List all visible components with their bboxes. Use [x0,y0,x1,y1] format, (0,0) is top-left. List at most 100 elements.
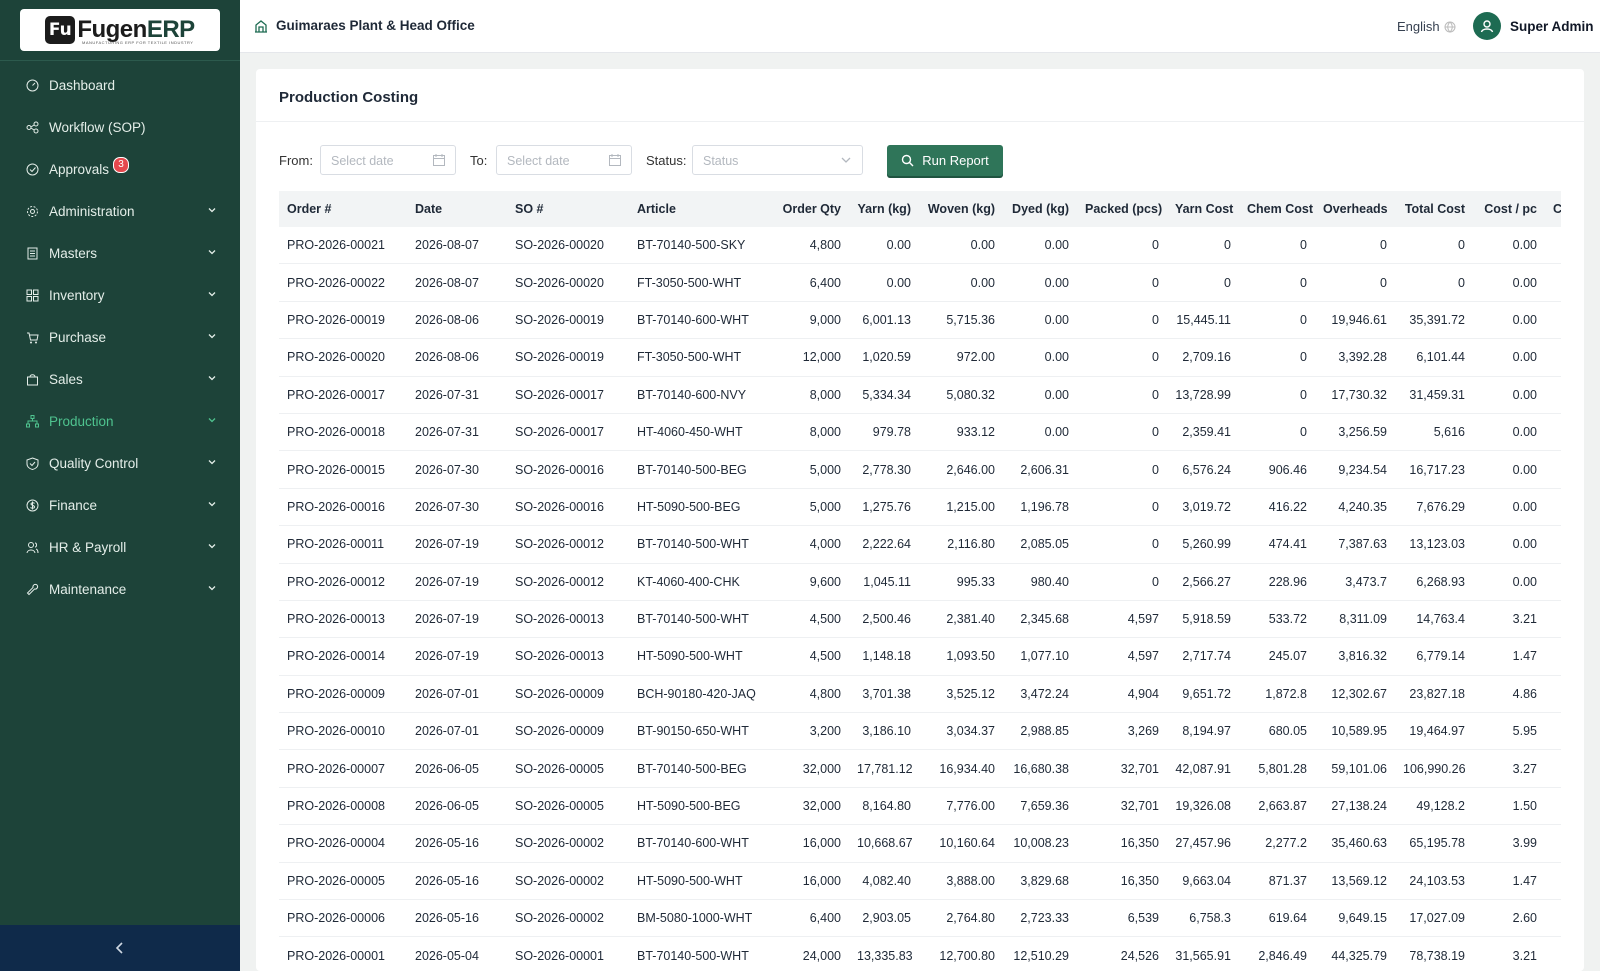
sidebar-item-workflow-sop[interactable]: Workflow (SOP) [0,106,240,148]
table-cell: 4.86 [1473,675,1545,714]
table-row[interactable]: PRO-2026-00017 2026-07-31 SO-2026-00017 BT-… [279,376,1561,414]
table-row[interactable]: PRO-2026-00022 2026-08-07 SO-2026-00020 FT-… [279,263,1561,302]
table-row[interactable]: PRO-2026-00007 2026-06-05 SO-2026-00005 BT-… [279,749,1561,788]
table-cell: 65,195.78 [1395,824,1473,863]
from-date-input[interactable]: Select date [320,145,456,175]
table-row[interactable]: PRO-2026-00014 2026-07-19 SO-2026-00013 HT-… [279,637,1561,676]
table-row[interactable]: PRO-2026-00011 2026-07-19 SO-2026-00012 BT-… [279,525,1561,564]
plant-selector[interactable]: Guimaraes Plant & Head Office [254,18,475,33]
wrench-icon [26,583,39,595]
table-cell: 0 [1077,563,1167,601]
column-header: Yarn (kg) [849,191,919,227]
table-cell: 0 [1239,376,1315,414]
table-cell [1545,899,1561,938]
column-header: Packed (pcs) [1077,191,1167,227]
table-row[interactable]: PRO-2026-00015 2026-07-30 SO-2026-00016 BT-… [279,450,1561,489]
run-report-button[interactable]: Run Report [887,145,1003,176]
table-cell: SO-2026-00002 [507,862,629,901]
shield-icon [26,456,39,470]
sidebar-item-inventory[interactable]: Inventory [0,274,240,316]
table-cell: 6,268.93 [1395,563,1473,601]
to-date-input[interactable]: Select date [496,145,632,175]
sidebar-collapse-button[interactable] [0,925,240,971]
table-cell: 1,093.50 [919,637,1003,676]
table-cell: SO-2026-00013 [507,600,629,639]
table-cell: 3,186.10 [849,712,919,751]
chevron-down-icon [841,157,851,163]
table-cell: 4,082.40 [849,862,919,901]
table-cell: 0.00 [1473,227,1545,265]
table-cell: 972.00 [919,338,1003,377]
table-cell: PRO-2026-00013 [279,600,407,639]
table-cell: 3,472.24 [1003,675,1077,714]
table-cell: 980.40 [1003,563,1077,601]
table-row[interactable]: PRO-2026-00013 2026-07-19 SO-2026-00013 BT-… [279,600,1561,639]
table-row[interactable]: PRO-2026-00008 2026-06-05 SO-2026-00005 HT-… [279,787,1561,826]
table-cell: 8,000 [767,413,849,452]
table-cell: 8,194.97 [1167,712,1239,751]
sidebar-item-production[interactable]: Production [0,400,240,442]
column-header: C [1545,191,1561,227]
sidebar-item-dashboard[interactable]: Dashboard [0,64,240,106]
sidebar-item-quality-control[interactable]: Quality Control [0,442,240,484]
table-row[interactable]: PRO-2026-00019 2026-08-06 SO-2026-00019 BT-… [279,301,1561,340]
table-row[interactable]: PRO-2026-00010 2026-07-01 SO-2026-00009 BT-… [279,712,1561,751]
table-row[interactable]: PRO-2026-00005 2026-05-16 SO-2026-00002 HT-… [279,862,1561,901]
table-cell: 2026-08-07 [407,263,507,302]
table-cell: 0 [1167,227,1239,265]
table-cell: 4,597 [1077,600,1167,639]
sidebar-item-hr-payroll[interactable]: HR & Payroll [0,526,240,568]
table-cell: 2026-07-31 [407,376,507,414]
table-cell: 0.00 [1473,525,1545,564]
table-cell: 3,701.38 [849,675,919,714]
table-cell: SO-2026-00020 [507,227,629,265]
table-cell: 13,728.99 [1167,376,1239,414]
brand-logo[interactable]: Fu FugenERP MANUFACTURING ERP FOR TEXTIL… [20,9,220,51]
table-cell: 2026-07-30 [407,450,507,489]
table-cell: BT-70140-500-BEG [629,450,767,489]
table-cell: 1.47 [1473,637,1545,676]
sidebar-item-sales[interactable]: Sales [0,358,240,400]
table-row[interactable]: PRO-2026-00018 2026-07-31 SO-2026-00017 HT-… [279,413,1561,452]
table-cell: SO-2026-00016 [507,450,629,489]
table-cell: 2,846.49 [1239,936,1315,971]
table-row[interactable]: PRO-2026-00009 2026-07-01 SO-2026-00009 BCH… [279,675,1561,714]
table-cell: PRO-2026-00001 [279,936,407,971]
sidebar-item-approvals[interactable]: Approvals 3 [0,148,240,190]
sidebar-item-finance[interactable]: Finance [0,484,240,526]
sidebar-item-purchase[interactable]: Purchase [0,316,240,358]
costing-table-wrapper[interactable]: Order # Date SO # Article Order Qty Yarn (kg)… [279,191,1561,971]
table-cell: 2026-07-19 [407,600,507,639]
sidebar-item-maintenance[interactable]: Maintenance [0,568,240,610]
table-cell: 2026-06-05 [407,749,507,788]
table-cell: 2,723.33 [1003,899,1077,938]
table-row[interactable]: PRO-2026-00012 2026-07-19 SO-2026-00012 KT-… [279,563,1561,601]
sidebar-item-label: Purchase [49,329,107,345]
table-cell [1545,824,1561,863]
table-row[interactable]: PRO-2026-00004 2026-05-16 SO-2026-00002 BT-… [279,824,1561,863]
column-header: Order # [279,191,407,227]
sidebar-item-administration[interactable]: Administration [0,190,240,232]
table-row[interactable]: PRO-2026-00016 2026-07-30 SO-2026-00016 HT-… [279,488,1561,527]
table-row[interactable]: PRO-2026-00020 2026-08-06 SO-2026-00019 FT-… [279,338,1561,377]
table-row[interactable]: PRO-2026-00001 2026-05-04 SO-2026-00001 BT-… [279,936,1561,971]
table-cell: 0.00 [1003,376,1077,414]
sidebar-item-label: Sales [49,371,83,387]
table-cell: PRO-2026-00004 [279,824,407,863]
gear-icon [27,205,38,217]
user-name[interactable]: Super Admin [1510,19,1594,34]
table-cell: 4,000 [767,525,849,564]
user-avatar[interactable] [1473,12,1501,40]
table-row[interactable]: PRO-2026-00006 2026-05-16 SO-2026-00002 BM-… [279,899,1561,938]
table-cell [1545,338,1561,377]
status-select[interactable]: Status [692,145,863,175]
table-cell: 0 [1239,338,1315,377]
column-header: SO # [507,191,629,227]
table-cell: 3,392.28 [1315,338,1395,377]
table-row[interactable]: PRO-2026-00021 2026-08-07 SO-2026-00020 BT-… [279,227,1561,265]
table-cell: 2026-07-01 [407,675,507,714]
language-selector[interactable]: English [1397,19,1456,34]
chevron-down-icon [208,250,216,255]
language-label: English [1397,19,1440,34]
sidebar-item-masters[interactable]: Masters [0,232,240,274]
